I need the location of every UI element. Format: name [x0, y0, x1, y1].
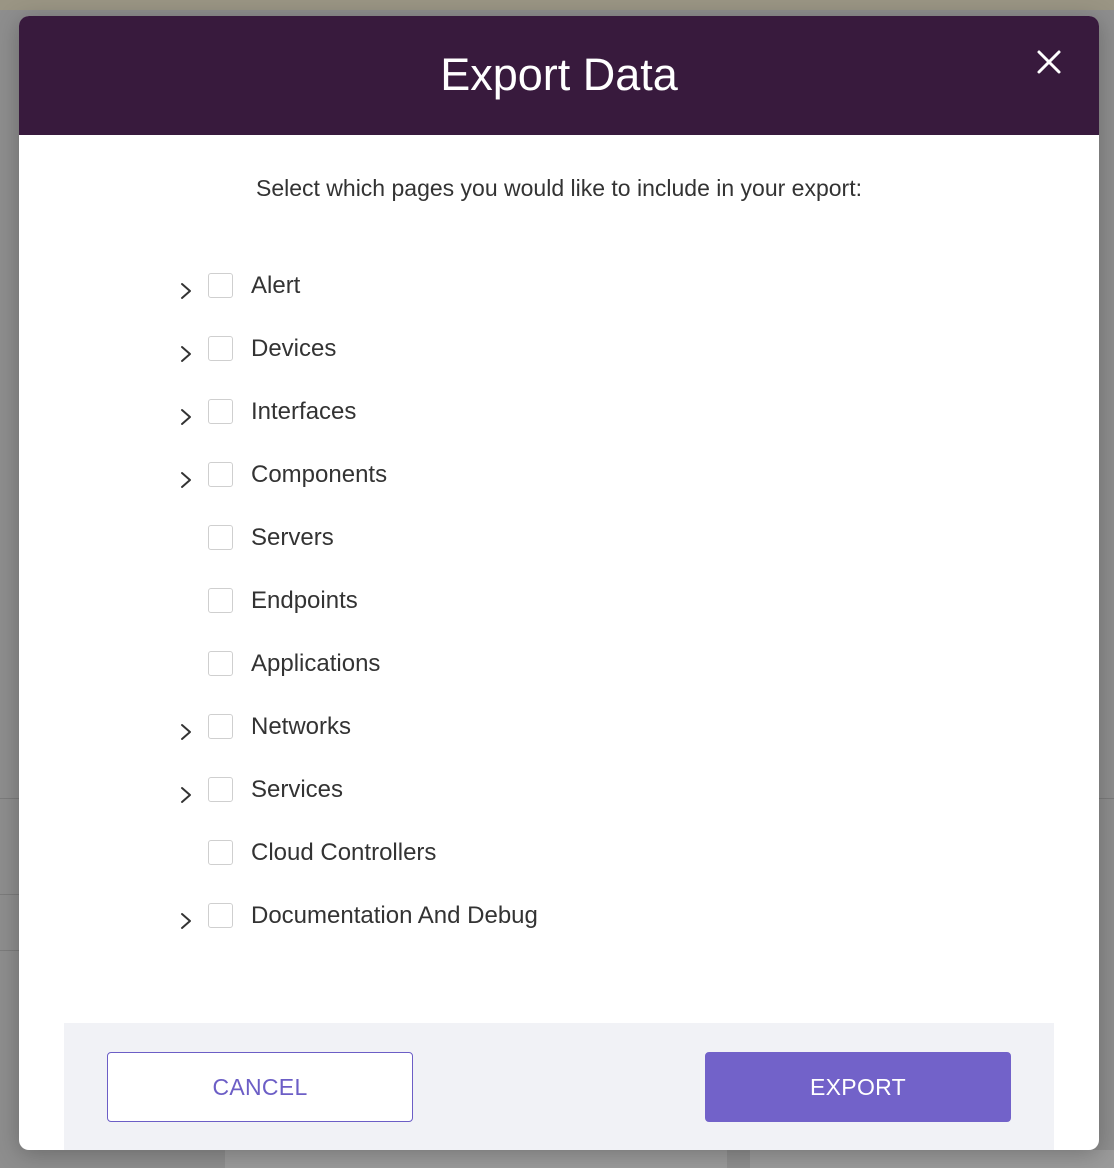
page-checkbox[interactable]	[208, 399, 233, 424]
export-data-modal: Export Data Select which pages you would…	[19, 16, 1099, 1150]
page-checkbox[interactable]	[208, 336, 233, 361]
background-panel	[750, 1150, 1114, 1168]
page-label: Applications	[251, 650, 381, 677]
export-instructions: Select which pages you would like to inc…	[255, 175, 862, 201]
page-label: Servers	[251, 524, 334, 551]
page-label: Devices	[251, 335, 337, 362]
page-row: Alert	[19, 256, 1099, 319]
background-panel	[225, 1150, 727, 1168]
background-divider	[0, 950, 19, 951]
page-checkbox[interactable]	[208, 525, 233, 550]
page-row: Servers	[19, 508, 1099, 571]
page-label: Cloud Controllers	[251, 839, 437, 866]
page-label: Services	[251, 776, 344, 803]
background-top-strip	[0, 0, 1114, 10]
page-row: Devices	[19, 319, 1099, 382]
chevron-right-icon[interactable]	[177, 910, 195, 932]
page-label: Documentation And Debug	[251, 902, 538, 929]
background-divider	[0, 798, 19, 799]
chevron-right-icon[interactable]	[177, 406, 195, 428]
background-divider	[1099, 798, 1114, 799]
page-checkbox[interactable]	[208, 462, 233, 487]
page-label: Alert	[251, 272, 301, 299]
page-label: Components	[251, 461, 388, 488]
page-checkbox[interactable]	[208, 840, 233, 865]
background-divider	[0, 894, 19, 895]
chevron-right-icon[interactable]	[177, 784, 195, 806]
modal-footer: CANCEL EXPORT	[64, 1023, 1054, 1150]
close-icon	[1037, 50, 1061, 74]
chevron-right-icon[interactable]	[177, 343, 195, 365]
chevron-right-icon[interactable]	[177, 469, 195, 491]
page-label: Endpoints	[251, 587, 358, 614]
page-checkbox[interactable]	[208, 777, 233, 802]
page-row: Services	[19, 760, 1099, 823]
modal-title: Export Data	[440, 49, 678, 100]
close-button[interactable]	[1031, 44, 1067, 80]
page-row: Documentation And Debug	[19, 886, 1099, 949]
page-checkbox[interactable]	[208, 903, 233, 928]
page-checkbox[interactable]	[208, 651, 233, 676]
page-label: Interfaces	[251, 398, 357, 425]
page-checkbox[interactable]	[208, 714, 233, 739]
chevron-right-icon[interactable]	[177, 280, 195, 302]
page-label: Networks	[251, 713, 352, 740]
page-row: Interfaces	[19, 382, 1099, 445]
chevron-right-icon[interactable]	[177, 721, 195, 743]
modal-header: Export Data	[19, 16, 1099, 135]
page-row: Cloud Controllers	[19, 823, 1099, 886]
page-row: Networks	[19, 697, 1099, 760]
page-checkbox[interactable]	[208, 273, 233, 298]
cancel-button[interactable]: CANCEL	[107, 1052, 413, 1122]
page-row: Endpoints	[19, 571, 1099, 634]
page-row: Components	[19, 445, 1099, 508]
export-button[interactable]: EXPORT	[705, 1052, 1011, 1122]
page-checkbox[interactable]	[208, 588, 233, 613]
page-row: Applications	[19, 634, 1099, 697]
